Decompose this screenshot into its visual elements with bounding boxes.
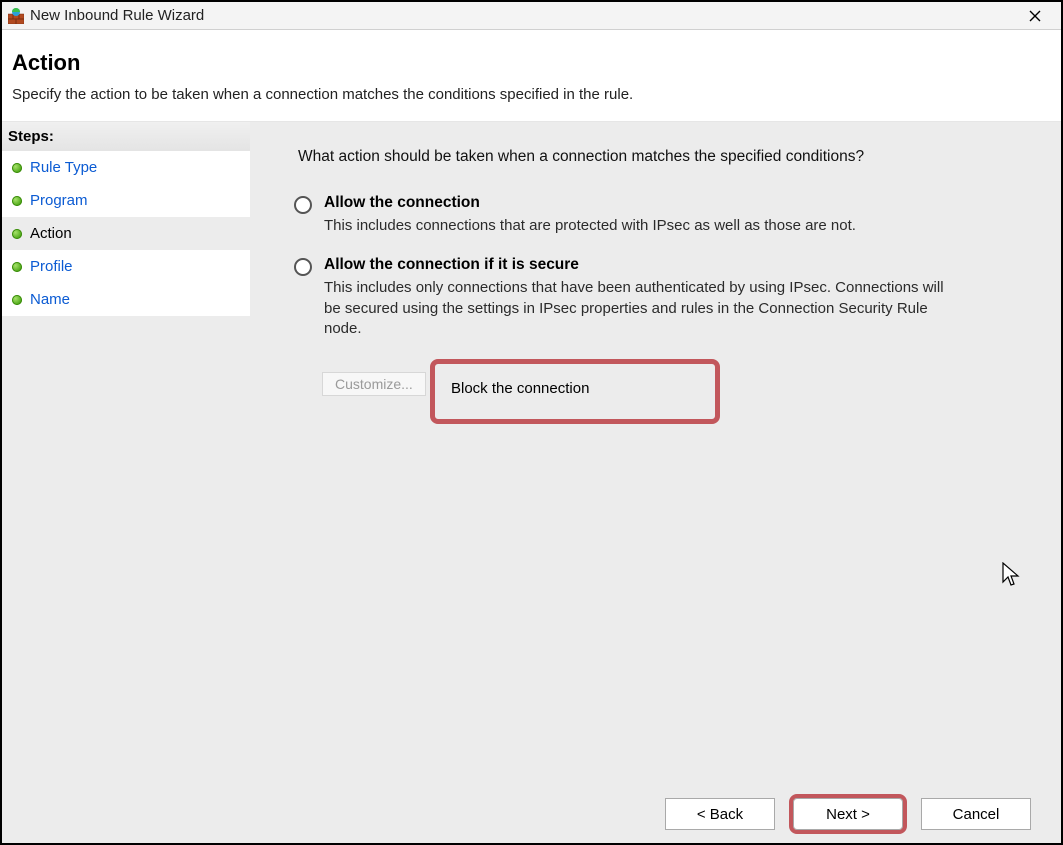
option-allow-secure[interactable]: Allow the connection if it is secure Thi… (294, 250, 1013, 353)
firewall-icon (8, 8, 24, 24)
cursor-icon (1001, 562, 1021, 588)
option-title: Allow the connection if it is secure (324, 256, 964, 274)
action-options: Allow the connection This includes conne… (290, 188, 1013, 424)
step-label: Profile (30, 258, 73, 275)
wizard-window: New Inbound Rule Wizard Action Specify t… (0, 0, 1063, 845)
step-label: Name (30, 291, 70, 308)
step-bullet-icon (12, 229, 22, 239)
page-subtitle: Specify the action to be taken when a co… (12, 86, 1051, 103)
titlebar: New Inbound Rule Wizard (2, 2, 1061, 30)
option-block-highlight: Block the connection (430, 359, 720, 424)
cancel-button[interactable]: Cancel (921, 798, 1031, 830)
customize-button: Customize... (322, 372, 426, 396)
wizard-footer: < Back Next > Cancel (2, 785, 1061, 843)
option-title: Allow the connection (324, 194, 856, 212)
step-bullet-icon (12, 163, 22, 173)
option-description: This includes connections that are prote… (324, 216, 856, 236)
option-allow[interactable]: Allow the connection This includes conne… (294, 188, 1013, 250)
step-label: Program (30, 192, 88, 209)
step-label: Rule Type (30, 159, 97, 176)
back-button[interactable]: < Back (665, 798, 775, 830)
step-name[interactable]: Name (2, 283, 250, 316)
steps-sidebar: Steps: Rule Type Program Action Profile … (2, 122, 250, 785)
radio-allow-secure[interactable] (294, 258, 312, 276)
window-title: New Inbound Rule Wizard (30, 7, 204, 24)
close-button[interactable] (1015, 3, 1055, 29)
step-profile[interactable]: Profile (2, 250, 250, 283)
next-button[interactable]: Next > (793, 798, 903, 830)
step-rule-type[interactable]: Rule Type (2, 151, 250, 184)
page-header: Action Specify the action to be taken wh… (2, 30, 1061, 122)
step-bullet-icon (12, 262, 22, 272)
radio-allow[interactable] (294, 196, 312, 214)
steps-heading: Steps: (2, 122, 250, 151)
step-bullet-icon (12, 295, 22, 305)
option-title: Block the connection (451, 380, 589, 397)
step-label: Action (30, 225, 72, 242)
step-bullet-icon (12, 196, 22, 206)
page-title: Action (12, 50, 1051, 76)
option-description: This includes only connections that have… (324, 278, 964, 339)
step-action[interactable]: Action (2, 217, 250, 250)
action-prompt: What action should be taken when a conne… (290, 144, 1013, 188)
step-program[interactable]: Program (2, 184, 250, 217)
main-panel: What action should be taken when a conne… (250, 122, 1061, 785)
wizard-body: Steps: Rule Type Program Action Profile … (2, 122, 1061, 785)
